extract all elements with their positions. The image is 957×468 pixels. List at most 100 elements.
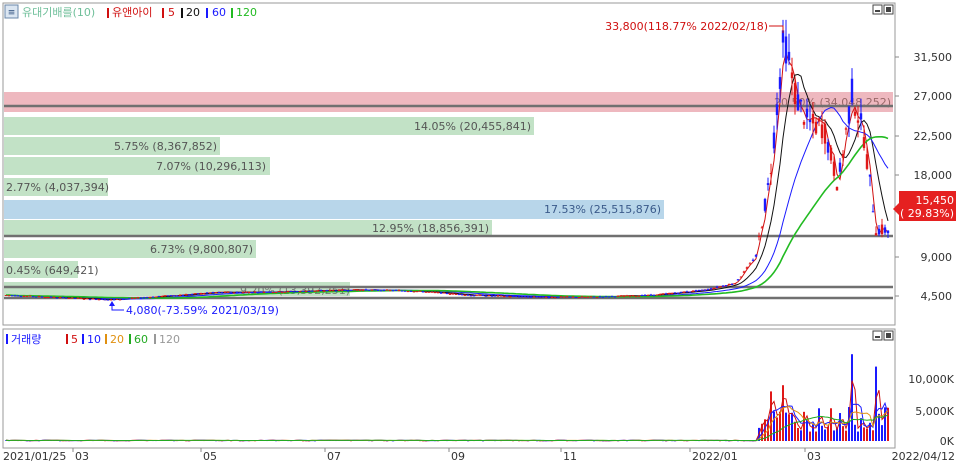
candle-body (676, 292, 680, 294)
legend-item[interactable]: 60 (212, 6, 226, 19)
candle-body (154, 296, 158, 298)
candle (100, 298, 104, 300)
legend-item[interactable]: 5 (168, 6, 175, 19)
candle-body (40, 296, 44, 298)
legend-item[interactable]: 거래량 (11, 333, 41, 346)
candle-body (724, 285, 728, 287)
candle-body (241, 292, 245, 294)
candle-body (799, 99, 803, 102)
candle-body (502, 296, 506, 298)
volume-bar (857, 431, 859, 441)
candle-body (481, 294, 485, 296)
candle-body (862, 137, 866, 148)
volume-bar (776, 417, 778, 441)
legend-item[interactable]: 120 (159, 333, 180, 346)
candle-body (409, 290, 413, 292)
x-tick: 2022/01 (692, 450, 738, 463)
candle-body (28, 295, 32, 297)
candle-body (859, 113, 863, 120)
candle-body (727, 284, 731, 286)
legend-swatch (107, 8, 109, 18)
legend-item[interactable]: 120 (236, 6, 257, 19)
candle-body (853, 111, 857, 116)
volume-bar (782, 385, 784, 441)
candle (250, 291, 254, 293)
legend-swatch (162, 8, 164, 18)
candle-body (541, 296, 545, 298)
candle (415, 291, 419, 293)
candle-body (109, 299, 113, 301)
candle-body (391, 290, 395, 292)
price-y-axis: 31,500 27,000 22,500 18,000 9,000 4,500 (895, 51, 952, 303)
candle-body (532, 296, 536, 298)
candle-body (754, 255, 758, 257)
minimize-icon[interactable] (872, 4, 883, 15)
candle-body (574, 296, 578, 298)
volume-bar (842, 426, 844, 441)
candle-body (796, 94, 800, 111)
legend-item[interactable]: 유대기배를(10) (22, 6, 95, 19)
candle-body (592, 296, 596, 298)
candle-body (460, 294, 464, 296)
candle (583, 296, 587, 298)
candle-body (841, 153, 845, 158)
vp-label: 7.07% (10,296,113) (156, 160, 266, 173)
volume-bar (860, 418, 862, 441)
candle-body (559, 296, 563, 298)
x-tick: 03 (75, 450, 89, 463)
candle-body (763, 198, 767, 211)
volume-bar (866, 428, 868, 441)
legend-item[interactable]: 유앤아이 (112, 6, 152, 19)
candle-body (55, 297, 59, 299)
legend-item[interactable]: 60 (134, 333, 148, 346)
candle-body (511, 296, 515, 298)
candle-body (436, 292, 440, 294)
candle-body (313, 290, 317, 292)
candle (763, 197, 767, 213)
candle-body (736, 279, 740, 281)
candle-body (244, 291, 248, 293)
candle-body (790, 72, 794, 79)
legend-item[interactable]: 20 (186, 6, 200, 19)
candle-body (871, 211, 875, 213)
x-end-label: 2022/04/12 (892, 450, 955, 463)
candle-body (79, 298, 83, 300)
legend-item[interactable]: 10 (87, 333, 101, 346)
candle-body (37, 296, 41, 298)
candle-body (715, 286, 719, 288)
chart-canvas[interactable]: 20.50% (34,048,252) 14.05% (20,455,841) … (0, 0, 957, 465)
x-tick: 05 (203, 450, 217, 463)
candle-body (880, 224, 884, 235)
candle-body (643, 294, 647, 296)
candle (835, 186, 839, 191)
legend-item[interactable]: 20 (110, 333, 124, 346)
candle-body (526, 296, 530, 298)
candle-body (631, 295, 635, 297)
price-tick: 31,500 (914, 51, 953, 64)
candle (112, 299, 116, 301)
legend-swatch (6, 334, 8, 344)
candle-body (364, 289, 368, 291)
candle-body (58, 297, 62, 299)
candle-body (745, 267, 749, 269)
candle-body (310, 290, 314, 292)
candle-body (742, 271, 746, 273)
candle-body (769, 172, 773, 174)
candle-body (145, 297, 149, 299)
x-tick: 11 (563, 450, 577, 463)
legend-item[interactable]: 5 (71, 333, 78, 346)
candle-body (328, 290, 332, 292)
candle-body (100, 298, 104, 300)
candle-body (370, 289, 374, 291)
candle-body (418, 290, 422, 292)
minimize-icon[interactable] (872, 330, 883, 341)
candle (301, 290, 305, 292)
candle-body (73, 298, 77, 300)
current-change: ( 29.83%) (900, 207, 954, 220)
candle-body (259, 291, 263, 293)
candle (214, 292, 218, 294)
candle-body (355, 289, 359, 291)
candle-body (337, 289, 341, 291)
candle-body (802, 121, 806, 125)
candle-body (382, 289, 386, 291)
